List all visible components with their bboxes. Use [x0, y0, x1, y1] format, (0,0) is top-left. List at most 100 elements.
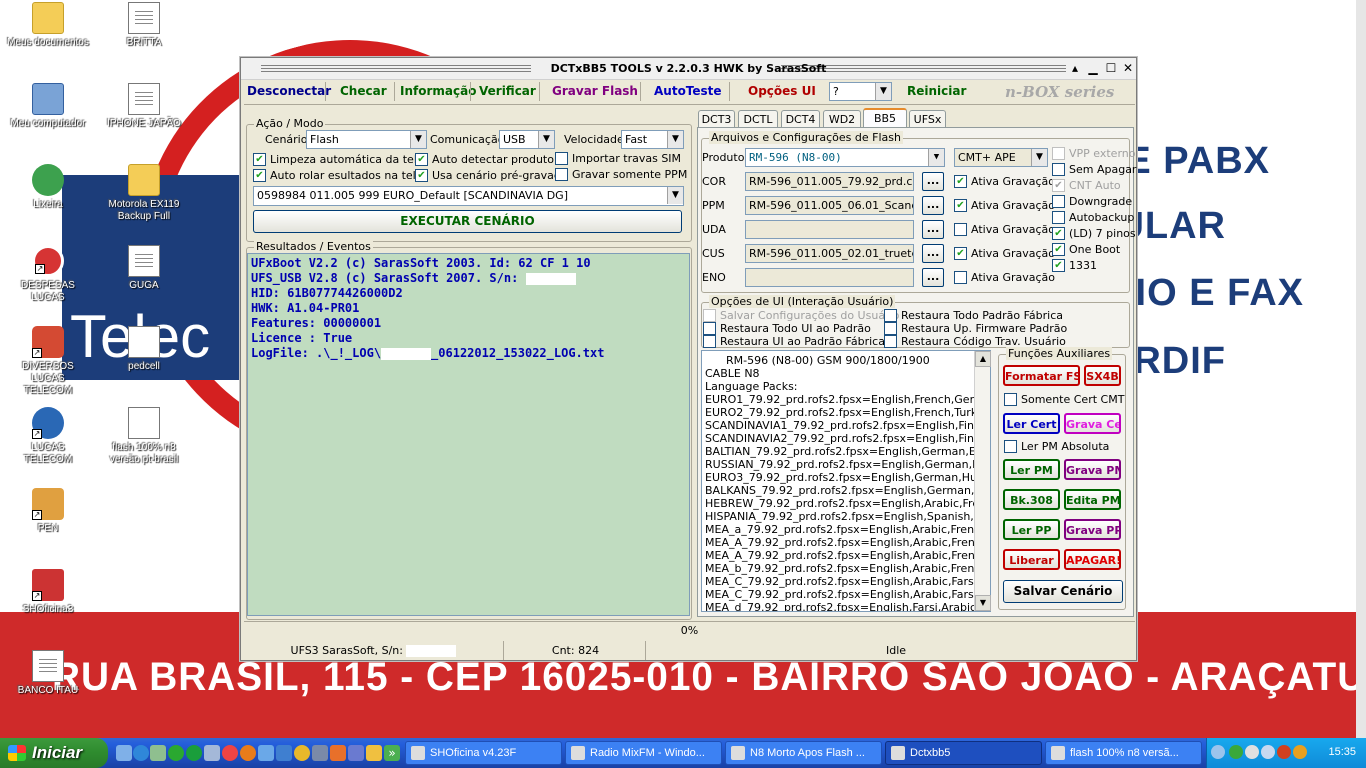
cor-ativa-checkbox[interactable]: ✔ Ativa Gravação	[954, 175, 1055, 188]
cnt-auto-checkbox[interactable]: ✔ CNT Auto	[1052, 179, 1121, 192]
produto-select[interactable]: RM-596 (N8-00) ▼	[745, 148, 945, 167]
grava-pm-button[interactable]: Grava PM	[1064, 459, 1121, 480]
desktop-icon-britta[interactable]: BRITTA	[101, 2, 187, 49]
desktop-icon-motorola-backup[interactable]: Motorola EX119 Backup Full	[101, 164, 187, 223]
sx4b-button[interactable]: SX4B	[1084, 365, 1121, 386]
quicklaunch-icon[interactable]	[312, 745, 328, 761]
auto-rolar-checkbox[interactable]: ✔ Auto rolar esultados na tela	[253, 169, 422, 182]
volume-icon[interactable]	[1293, 745, 1307, 759]
uda-file-field[interactable]	[745, 220, 914, 239]
autoteste-button[interactable]: AutoTeste	[654, 84, 722, 98]
desktop-icon-meu-computador[interactable]: Meu computador	[5, 83, 91, 130]
internet-explorer-icon[interactable]	[133, 745, 149, 761]
autobackup-checkbox[interactable]: Autobackup	[1052, 211, 1134, 224]
cus-ativa-checkbox[interactable]: ✔ Ativa Gravação	[954, 247, 1055, 260]
cor-browse-button[interactable]: ...	[922, 172, 944, 191]
ler-pm-button[interactable]: Ler PM	[1003, 459, 1060, 480]
desktop-icon-pedcell[interactable]: pedcell	[101, 326, 187, 373]
ppm-browse-button[interactable]: ...	[922, 196, 944, 215]
scroll-down-icon[interactable]: ▼	[975, 595, 991, 611]
limpeza-checkbox[interactable]: ✔ Limpeza automática da tela	[253, 153, 424, 166]
ler-cert-button[interactable]: Ler Cert	[1003, 413, 1060, 434]
maximize-button[interactable]: ☐	[1103, 61, 1119, 76]
tray-collapse-icon[interactable]	[1211, 745, 1225, 759]
ld-7-pinos-checkbox[interactable]: ✔ (LD) 7 pinos	[1052, 227, 1136, 240]
desconectar-button[interactable]: Desconectar	[247, 84, 331, 98]
liberar-button[interactable]: Liberar	[1003, 549, 1060, 570]
desktop-icon-flash-n8[interactable]: flash 100% n8 versão pt-brasil	[101, 407, 187, 466]
auto-detectar-checkbox[interactable]: ✔ Auto detectar produto	[415, 153, 554, 166]
apagar-button[interactable]: APAGAR!	[1064, 549, 1121, 570]
results-log[interactable]: UFxBoot V2.2 (c) SarasSoft 2003. Id: 62 …	[247, 253, 690, 616]
task-dctxbb5[interactable]: Dctxbb5	[885, 741, 1042, 765]
reiniciar-button[interactable]: Reiniciar	[907, 84, 966, 98]
downgrade-checkbox[interactable]: Downgrade	[1052, 195, 1132, 208]
desktop-icon-pen[interactable]: ↗ PEN	[5, 488, 91, 535]
product-info-memo[interactable]: RM-596 (N8-00) GSM 900/1800/1900 CABLE N…	[701, 350, 991, 612]
quicklaunch-icon[interactable]	[168, 745, 184, 761]
ler-pm-absoluta-checkbox[interactable]: Ler PM Absoluta	[1004, 440, 1109, 453]
clock[interactable]: 15:35	[1328, 746, 1356, 758]
vpp-externo-checkbox[interactable]: VPP externo	[1052, 147, 1135, 160]
restaura-firmware-checkbox[interactable]: Restaura Up. Firmware Padrão	[884, 322, 1067, 335]
opcoes-ui-button[interactable]: Opções UI	[748, 84, 816, 98]
quicklaunch-icon[interactable]	[276, 745, 292, 761]
eno-browse-button[interactable]: ...	[922, 268, 944, 287]
cenario-select[interactable]: Flash ▼	[306, 130, 427, 149]
desktop-icon-meus-documentos[interactable]: Meus documentos	[5, 2, 91, 49]
restaura-todo-fabrica-checkbox[interactable]: Restaura Todo Padrão Fábrica	[884, 309, 1063, 322]
quicklaunch-icon[interactable]	[258, 745, 274, 761]
gravar-ppm-checkbox[interactable]: Gravar somente PPM	[555, 168, 687, 181]
desktop-icon-diversos-lucas[interactable]: ↗ DIVERSOS LUCAS TELECOM	[5, 326, 91, 397]
tray-icon[interactable]	[1261, 745, 1275, 759]
mode-select[interactable]: CMT+ APE ▼	[954, 148, 1048, 167]
verificar-button[interactable]: Verificar	[479, 84, 536, 98]
help-select[interactable]: ? ▼	[829, 82, 892, 101]
uda-ativa-checkbox[interactable]: Ativa Gravação	[954, 223, 1055, 236]
desktop-icon-iphone-japao[interactable]: IPHONE JAPÃO	[101, 83, 187, 130]
grava-cert-button[interactable]: Grava Cert	[1064, 413, 1121, 434]
network-icon[interactable]	[1245, 745, 1259, 759]
firefox-icon[interactable]	[240, 745, 256, 761]
task-shoficina[interactable]: SHOficina v4.23F	[405, 741, 562, 765]
task-n8-morto[interactable]: N8 Morto Apos Flash ...	[725, 741, 882, 765]
chrome-icon[interactable]	[222, 745, 238, 761]
restaura-ui-fabrica-checkbox[interactable]: Restaura UI ao Padrão Fábrica	[703, 335, 885, 348]
quicklaunch-icon[interactable]	[366, 745, 382, 761]
executar-cenario-button[interactable]: EXECUTAR CENÁRIO	[253, 210, 682, 233]
start-button[interactable]: Iniciar	[0, 738, 108, 768]
title-bar[interactable]: DCTxBB5 TOOLS v 2.2.0.3 HWK by SarasSoft…	[241, 58, 1136, 80]
desktop-icon-lixeira[interactable]: Lixeira	[5, 164, 91, 211]
task-radio-mixfm[interactable]: Radio MixFM - Windo...	[565, 741, 722, 765]
cus-file-field[interactable]: RM-596_011.005_02.01_truetest_	[745, 244, 914, 263]
quicklaunch-icon[interactable]	[150, 745, 166, 761]
informacao-button[interactable]: Informação	[400, 84, 476, 98]
cus-browse-button[interactable]: ...	[922, 244, 944, 263]
eno-ativa-checkbox[interactable]: Ativa Gravação	[954, 271, 1055, 284]
close-button[interactable]: ✕	[1120, 61, 1136, 76]
scroll-up-icon[interactable]: ▲	[975, 351, 991, 367]
scroll-up-icon[interactable]: ▴	[1067, 61, 1083, 76]
tray-icon[interactable]	[1229, 745, 1243, 759]
quicklaunch-icon[interactable]	[330, 745, 346, 761]
tray-icon[interactable]	[1277, 745, 1291, 759]
formatar-fs-button[interactable]: Formatar FS	[1003, 365, 1080, 386]
restaura-todo-ui-checkbox[interactable]: Restaura Todo UI ao Padrão	[703, 322, 871, 335]
eno-file-field[interactable]	[745, 268, 914, 287]
scenario-file-select[interactable]: 0598984 011.005 999 EURO_Default [SCANDI…	[253, 186, 684, 206]
ppm-file-field[interactable]: RM-596_011.005_06.01_Scandin	[745, 196, 914, 215]
uda-browse-button[interactable]: ...	[922, 220, 944, 239]
memo-scrollbar[interactable]: ▲ ▼	[974, 351, 991, 611]
ppm-ativa-checkbox[interactable]: ✔ Ativa Gravação	[954, 199, 1055, 212]
desktop-icon-despesas-lucas[interactable]: ↗ DESPESAS LUCAS	[5, 245, 91, 304]
checar-button[interactable]: Checar	[340, 84, 387, 98]
media-player-icon[interactable]	[294, 745, 310, 761]
bk308-button[interactable]: Bk.308	[1003, 489, 1060, 510]
ler-pp-button[interactable]: Ler PP	[1003, 519, 1060, 540]
edita-pm-button[interactable]: Edita PM	[1064, 489, 1121, 510]
one-boot-checkbox[interactable]: ✔ One Boot	[1052, 243, 1120, 256]
sem-apagar-checkbox[interactable]: Sem Apagar	[1052, 163, 1136, 176]
show-desktop-icon[interactable]	[116, 745, 132, 761]
cor-file-field[interactable]: RM-596_011.005_79.92_prd.core	[745, 172, 914, 191]
comunicacao-select[interactable]: USB ▼	[499, 130, 555, 149]
